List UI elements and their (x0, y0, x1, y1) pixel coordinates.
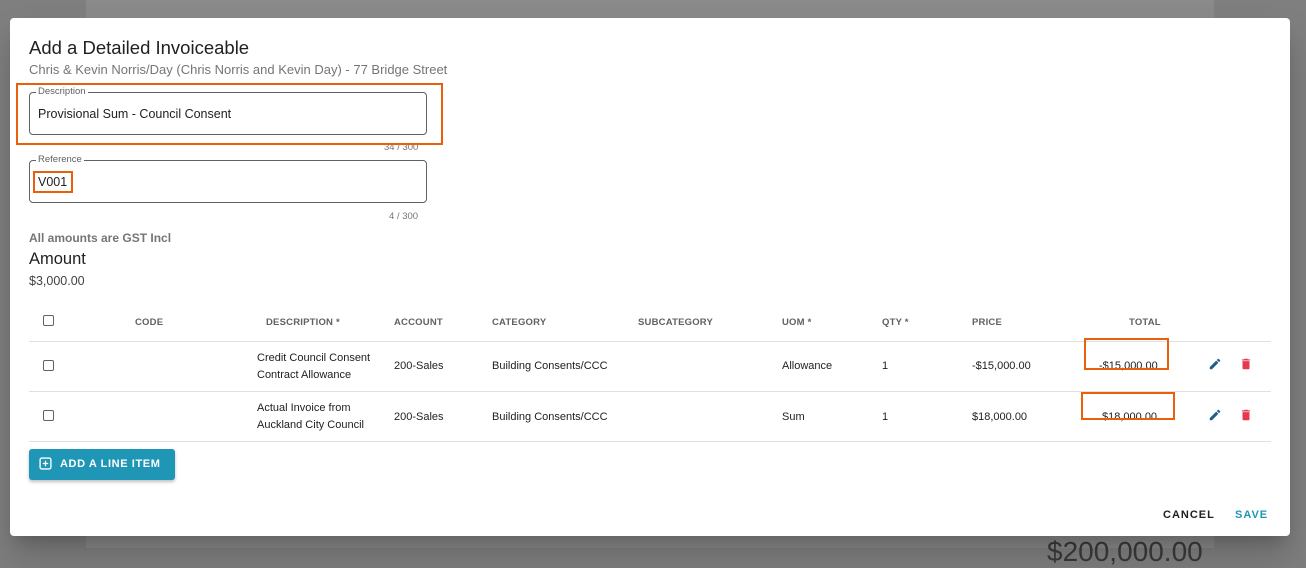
plus-box-icon (39, 457, 52, 470)
row-account: 200-Sales (394, 360, 444, 372)
row-description: Credit Council Consent Contract Allowanc… (257, 350, 370, 383)
row-category: Building Consents/CCC (492, 360, 608, 372)
reference-label: Reference (36, 154, 84, 166)
cancel-button[interactable]: CANCEL (1163, 509, 1215, 521)
dialog-subtitle: Chris & Kevin Norris/Day (Chris Norris a… (29, 62, 448, 77)
row-uom: Sum (782, 411, 805, 423)
gst-note: All amounts are GST Incl (29, 231, 172, 245)
pencil-icon[interactable] (1208, 357, 1222, 371)
row-price: -$15,000.00 (972, 360, 1031, 372)
row-description-line2: Contract Allowance (257, 368, 352, 381)
row-description: Actual Invoice from Auckland City Counci… (257, 400, 364, 433)
row-description-line1: Actual Invoice from (257, 402, 351, 414)
select-all-checkbox[interactable] (43, 315, 54, 326)
backdrop-amount: $200,000.00 (1047, 536, 1203, 567)
trash-icon[interactable] (1239, 408, 1253, 422)
row-divider (29, 391, 1271, 392)
header-divider (29, 341, 1271, 342)
column-header-price: PRICE (972, 317, 1003, 328)
row-qty: 1 (882, 360, 889, 372)
description-input[interactable] (38, 104, 408, 124)
row-price: $18,000.00 (972, 411, 1028, 423)
row-checkbox[interactable] (43, 410, 54, 421)
column-header-uom: UOM * (782, 317, 812, 328)
row-category: Building Consents/CCC (492, 411, 608, 423)
row-qty: 1 (882, 411, 889, 423)
trash-icon[interactable] (1239, 357, 1253, 371)
row-total: $18,000.00 (1102, 411, 1158, 423)
row-description-line2: Auckland City Council (257, 418, 364, 431)
column-header-account: ACCOUNT (394, 317, 443, 328)
row-checkbox[interactable] (43, 360, 54, 371)
column-header-category: CATEGORY (492, 317, 547, 328)
save-button[interactable]: SAVE (1235, 509, 1268, 521)
column-header-description: DESCRIPTION * (266, 317, 340, 328)
row-total: -$15,000.00 (1099, 360, 1158, 372)
add-line-item-label: ADD A LINE ITEM (60, 458, 161, 470)
row-divider (29, 441, 1271, 442)
column-header-total: TOTAL (1129, 317, 1161, 328)
column-header-subcategory: SUBCATEGORY (638, 317, 714, 328)
amount-value: $3,000.00 (29, 274, 85, 288)
reference-counter: 4 / 300 (389, 211, 419, 222)
column-header-qty: QTY * (882, 317, 909, 328)
column-header-code: CODE (135, 317, 164, 328)
amount-heading: Amount (29, 250, 86, 268)
description-label: Description (36, 86, 88, 98)
description-counter: 34 / 300 (384, 142, 419, 153)
add-line-item-button[interactable]: ADD A LINE ITEM (29, 449, 175, 480)
invoiceable-dialog: Add a Detailed Invoiceable Chris & Kevin… (10, 18, 1290, 536)
row-description-line1: Credit Council Consent (257, 352, 371, 364)
reference-field[interactable]: Reference (29, 154, 427, 203)
reference-input[interactable] (38, 172, 408, 192)
dialog-title: Add a Detailed Invoiceable (29, 37, 250, 58)
row-account: 200-Sales (394, 411, 444, 423)
description-field[interactable]: Description (29, 86, 427, 135)
pencil-icon[interactable] (1208, 408, 1222, 422)
row-uom: Allowance (782, 360, 833, 372)
